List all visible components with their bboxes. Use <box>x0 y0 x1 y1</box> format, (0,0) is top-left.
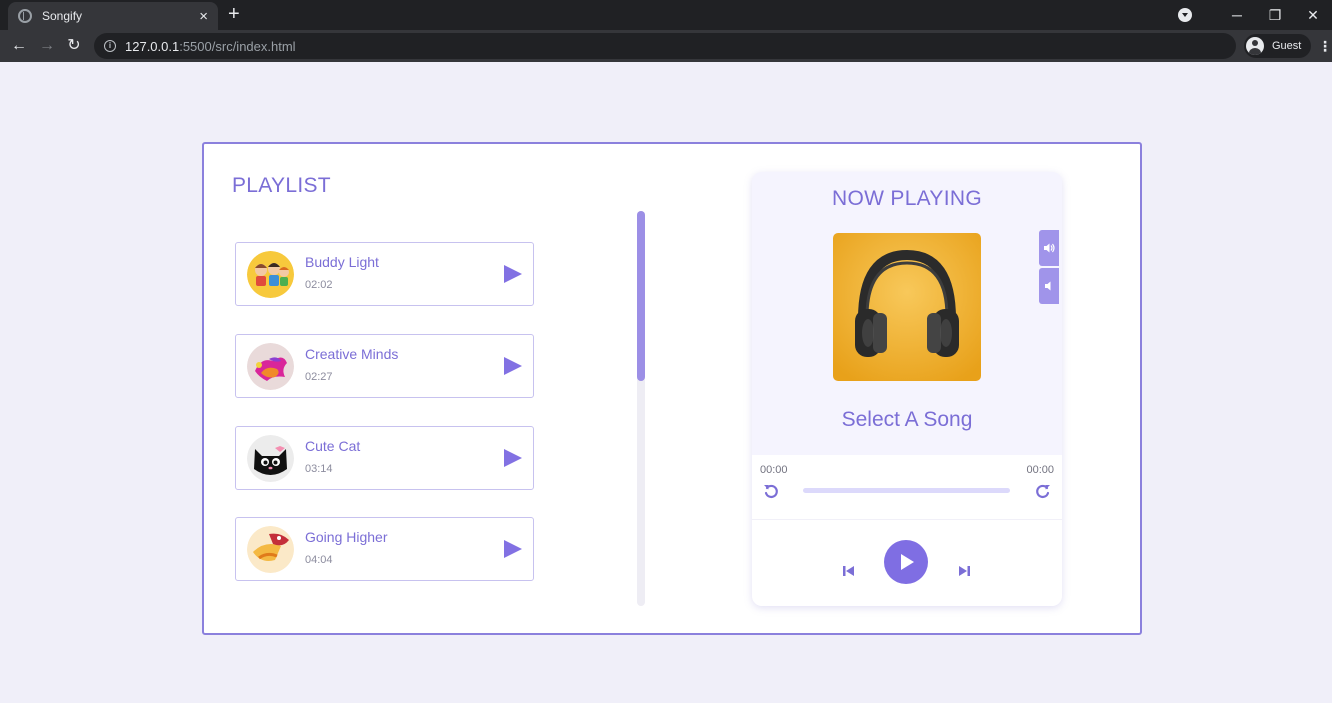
minimize-button[interactable]: ─ <box>1218 7 1256 23</box>
tab-close-icon[interactable]: × <box>199 9 208 24</box>
info-icon[interactable]: i <box>104 40 116 52</box>
previous-track-icon[interactable] <box>842 564 856 578</box>
play-button[interactable] <box>884 540 928 584</box>
playlist-scrollbar[interactable] <box>637 211 645 606</box>
forward-button[interactable]: → <box>36 35 58 57</box>
food-art-icon <box>247 526 294 573</box>
next-track-icon[interactable] <box>957 564 971 578</box>
song-item-buddy-light[interactable]: Buddy Light 02:02 <box>235 242 534 306</box>
song-duration: 02:02 <box>305 279 333 291</box>
scrollbar-thumb[interactable] <box>637 211 645 381</box>
volume-up-button[interactable] <box>1039 230 1059 266</box>
url-path: :5500/src/index.html <box>179 38 296 54</box>
window-controls: ─ ❐ ✕ <box>1178 0 1332 30</box>
song-status: Select A Song <box>841 408 973 431</box>
tab-search-icon[interactable] <box>1178 8 1192 22</box>
now-playing-panel: NOW PLAYING Select A Song 00:00 00:00 <box>752 172 1062 606</box>
black-cat-icon <box>247 435 294 482</box>
song-item-cute-cat[interactable]: Cute Cat 03:14 <box>235 426 534 490</box>
play-icon[interactable] <box>504 265 522 283</box>
back-button[interactable]: ← <box>8 35 30 57</box>
volume-up-icon <box>1044 243 1055 253</box>
song-item-creative-minds[interactable]: Creative Minds 02:27 <box>235 334 534 398</box>
reload-button[interactable]: ↻ <box>63 35 85 57</box>
tab-title: Songify <box>42 9 83 23</box>
paint-splash-icon <box>247 343 294 390</box>
kids-cartoon-icon <box>247 251 294 298</box>
profile-name: Guest <box>1272 40 1302 52</box>
forward-icon[interactable] <box>1035 483 1051 499</box>
music-app-card: PLAYLIST Buddy Light 02:02 Creative Mind… <box>202 142 1142 635</box>
song-duration: 02:27 <box>305 371 333 383</box>
playlist-title: PLAYLIST <box>232 174 331 197</box>
browser-toolbar: ← → ↻ i 127.0.0.1:5500/src/index.html Gu… <box>0 30 1332 62</box>
song-title: Buddy Light <box>305 254 379 270</box>
globe-icon <box>18 9 32 23</box>
url-host: 127.0.0.1 <box>125 38 180 54</box>
progress-bar[interactable] <box>803 488 1010 493</box>
profile-button[interactable]: Guest <box>1244 34 1312 58</box>
volume-down-icon <box>1045 281 1051 291</box>
song-title: Cute Cat <box>305 438 361 454</box>
total-time: 00:00 <box>1026 464 1054 476</box>
play-icon[interactable] <box>504 449 522 467</box>
song-duration: 04:04 <box>305 554 333 566</box>
song-item-going-higher[interactable]: Going Higher 04:04 <box>235 517 534 581</box>
song-title: Creative Minds <box>305 346 399 362</box>
close-window-button[interactable]: ✕ <box>1294 7 1332 24</box>
address-bar[interactable]: i 127.0.0.1:5500/src/index.html <box>94 33 1236 59</box>
volume-down-button[interactable] <box>1039 268 1059 304</box>
browser-tab-bar: Songify × + ─ ❐ ✕ <box>0 0 1332 30</box>
controls-divider <box>752 519 1062 520</box>
new-tab-button[interactable]: + <box>228 4 240 24</box>
rewind-icon[interactable] <box>763 483 779 499</box>
browser-menu-icon[interactable]: ⋮ <box>1318 37 1332 55</box>
browser-tab[interactable]: Songify × <box>8 2 218 30</box>
player-controls: 00:00 00:00 <box>752 455 1062 606</box>
play-icon[interactable] <box>504 540 522 558</box>
avatar-icon <box>1246 37 1264 55</box>
play-icon[interactable] <box>504 357 522 375</box>
headphones-cover-art <box>833 233 981 381</box>
song-title: Going Higher <box>305 529 388 545</box>
restore-button[interactable]: ❐ <box>1256 7 1294 24</box>
now-playing-title: NOW PLAYING <box>832 187 982 210</box>
current-time: 00:00 <box>760 464 788 476</box>
song-duration: 03:14 <box>305 463 333 475</box>
